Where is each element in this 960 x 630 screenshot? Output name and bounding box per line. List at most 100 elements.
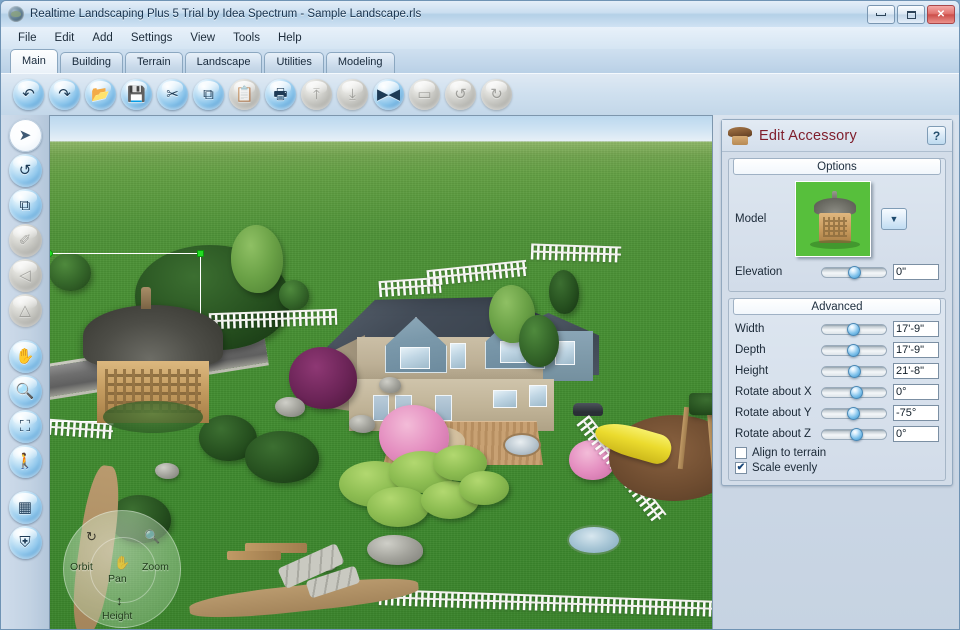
hand-icon[interactable]: ✋ bbox=[114, 555, 130, 571]
menu-file[interactable]: File bbox=[9, 30, 46, 46]
select-arrow-tool[interactable]: ➤ bbox=[8, 119, 42, 152]
height-slider[interactable] bbox=[821, 364, 887, 378]
elevation-slider-knob[interactable] bbox=[848, 265, 862, 279]
tab-terrain[interactable]: Terrain bbox=[124, 52, 183, 73]
elevation-value[interactable]: 0" bbox=[893, 264, 939, 280]
rotate-x-slider-knob[interactable] bbox=[850, 385, 864, 399]
width-slider-knob[interactable] bbox=[847, 322, 861, 336]
menu-settings[interactable]: Settings bbox=[122, 30, 182, 46]
gazebo-body bbox=[97, 361, 209, 423]
elevation-slider[interactable] bbox=[821, 265, 887, 279]
pan-hand-tool[interactable]: ✋ bbox=[8, 340, 42, 373]
magnet-icon: ⛨ bbox=[19, 534, 31, 551]
walk-through-tool[interactable]: 🚶 bbox=[8, 445, 42, 478]
menu-edit[interactable]: Edit bbox=[46, 30, 84, 46]
depth-slider[interactable] bbox=[821, 343, 887, 357]
width-slider[interactable] bbox=[821, 322, 887, 336]
align-to-terrain-checkbox[interactable] bbox=[735, 447, 747, 459]
gazebo-thumbnail[interactable] bbox=[795, 181, 871, 257]
height-slider-knob[interactable] bbox=[848, 364, 862, 378]
redo-button[interactable]: ↷ bbox=[49, 79, 80, 110]
chevron-down-icon: ▼ bbox=[889, 214, 899, 224]
flatten-button: ▭ bbox=[409, 79, 440, 110]
rotate-y-slider-knob[interactable] bbox=[847, 406, 861, 420]
menu-view[interactable]: View bbox=[181, 30, 224, 46]
rotate-icon: ↺ bbox=[18, 162, 32, 179]
copy-place-tool[interactable]: ⧉ bbox=[8, 189, 42, 222]
close-button[interactable]: ✕ bbox=[927, 5, 955, 24]
3d-viewport[interactable]: ↻ 🔍 ✋ ↕ Orbit Zoom Pan Height bbox=[49, 115, 713, 629]
zoom-to-fit-tool[interactable]: ⛶ bbox=[8, 410, 42, 443]
gazebo-lattice bbox=[105, 369, 201, 413]
gazebo-plantings bbox=[103, 401, 203, 433]
rotate-x-value[interactable]: 0° bbox=[893, 384, 939, 400]
orbit-icon[interactable]: ↻ bbox=[86, 529, 97, 545]
tab-main[interactable]: Main bbox=[10, 49, 58, 73]
height-value[interactable]: 21'-8" bbox=[893, 363, 939, 379]
grid-icon: ▦ bbox=[17, 499, 33, 516]
menu-tools[interactable]: Tools bbox=[224, 30, 269, 46]
window-title: Realtime Landscaping Plus 5 Trial by Ide… bbox=[30, 8, 422, 20]
selection-handle-rotate[interactable] bbox=[49, 250, 53, 257]
rotate-z-value[interactable]: 0° bbox=[893, 426, 939, 442]
depth-slider-knob[interactable] bbox=[847, 343, 861, 357]
tab-building[interactable]: Building bbox=[59, 52, 123, 73]
gazebo-icon bbox=[728, 126, 752, 146]
zoom-to-fit-icon: ⛶ bbox=[19, 418, 31, 435]
maximize-icon bbox=[906, 10, 916, 19]
fence-section-1 bbox=[208, 308, 338, 330]
tab-landscape[interactable]: Landscape bbox=[184, 52, 263, 73]
compass-label-zoom: Zoom bbox=[142, 561, 169, 573]
model-dropdown-button[interactable]: ▼ bbox=[881, 208, 907, 230]
help-button[interactable]: ? bbox=[927, 126, 946, 145]
topiary-bush-3 bbox=[367, 487, 429, 527]
depth-value[interactable]: 17'-9" bbox=[893, 342, 939, 358]
rotate-x-slider[interactable] bbox=[821, 385, 887, 399]
magnifier-icon[interactable]: 🔍 bbox=[144, 529, 160, 545]
rotate-tool[interactable]: ↺ bbox=[8, 154, 42, 187]
minimize-button[interactable] bbox=[867, 5, 895, 24]
menu-bar: File Edit Add Settings View Tools Help bbox=[1, 27, 959, 49]
scale-evenly-checkbox[interactable]: ✔ bbox=[735, 462, 747, 474]
shape-region-tool: △ bbox=[8, 294, 42, 327]
scale-evenly-label: Scale evenly bbox=[752, 462, 818, 474]
tab-utilities[interactable]: Utilities bbox=[264, 52, 324, 73]
maximize-button[interactable] bbox=[897, 5, 925, 24]
tab-modeling[interactable]: Modeling bbox=[325, 52, 395, 73]
rotate-y-slider[interactable] bbox=[821, 406, 887, 420]
menu-help[interactable]: Help bbox=[269, 30, 311, 46]
send-to-back-button: ⤓ bbox=[337, 79, 368, 110]
scale-evenly-row[interactable]: ✔ Scale evenly bbox=[735, 462, 939, 474]
width-value[interactable]: 17'-9" bbox=[893, 321, 939, 337]
send-to-back-icon: ⤓ bbox=[349, 86, 356, 103]
compass-label-pan: Pan bbox=[108, 573, 127, 585]
advanced-group: Advanced Width 17'-9" Depth 17'-9" Heigh… bbox=[728, 298, 946, 481]
mirror-button[interactable]: ▶◀ bbox=[373, 79, 404, 110]
tab-strip: Main Building Terrain Landscape Utilitie… bbox=[1, 49, 959, 73]
height-label: Height bbox=[735, 365, 769, 377]
body-area: ➤ ↺ ⧉ ✐ ◁ △ ✋ 🔍 ⛶ 🚶 ▦ ⛨ ↻ 🔍 ✋ ↕ Orbit Zo… bbox=[1, 115, 959, 629]
save-button[interactable]: 💾 bbox=[121, 79, 152, 110]
rotate-z-slider[interactable] bbox=[821, 427, 887, 441]
app-globe-icon bbox=[8, 6, 24, 22]
align-to-terrain-row[interactable]: Align to terrain bbox=[735, 447, 939, 459]
left-tool-palette: ➤ ↺ ⧉ ✐ ◁ △ ✋ 🔍 ⛶ 🚶 ▦ ⛨ bbox=[1, 115, 49, 629]
undo-button[interactable]: ↶ bbox=[13, 79, 44, 110]
title-bar: Realtime Landscaping Plus 5 Trial by Ide… bbox=[1, 1, 959, 27]
tree-birch bbox=[231, 225, 283, 293]
save-icon: 💾 bbox=[127, 86, 146, 103]
updown-arrow-icon[interactable]: ↕ bbox=[116, 593, 123, 608]
grid-tool[interactable]: ▦ bbox=[8, 491, 42, 524]
zoom-tool[interactable]: 🔍 bbox=[8, 375, 42, 408]
rotate-z-slider-knob[interactable] bbox=[850, 427, 864, 441]
hot-tub bbox=[503, 433, 541, 457]
copy-button[interactable]: ⧉ bbox=[193, 79, 224, 110]
cut-button[interactable]: ✂ bbox=[157, 79, 188, 110]
navigation-compass[interactable]: ↻ 🔍 ✋ ↕ Orbit Zoom Pan Height bbox=[63, 510, 181, 628]
open-button[interactable]: 📂 bbox=[85, 79, 116, 110]
print-button[interactable]: 🖶 bbox=[265, 79, 296, 110]
snap-magnet-tool[interactable]: ⛨ bbox=[8, 526, 42, 559]
cut-scissors-icon: ✂ bbox=[166, 86, 179, 103]
menu-add[interactable]: Add bbox=[83, 30, 121, 46]
rotate-y-value[interactable]: -75° bbox=[893, 405, 939, 421]
